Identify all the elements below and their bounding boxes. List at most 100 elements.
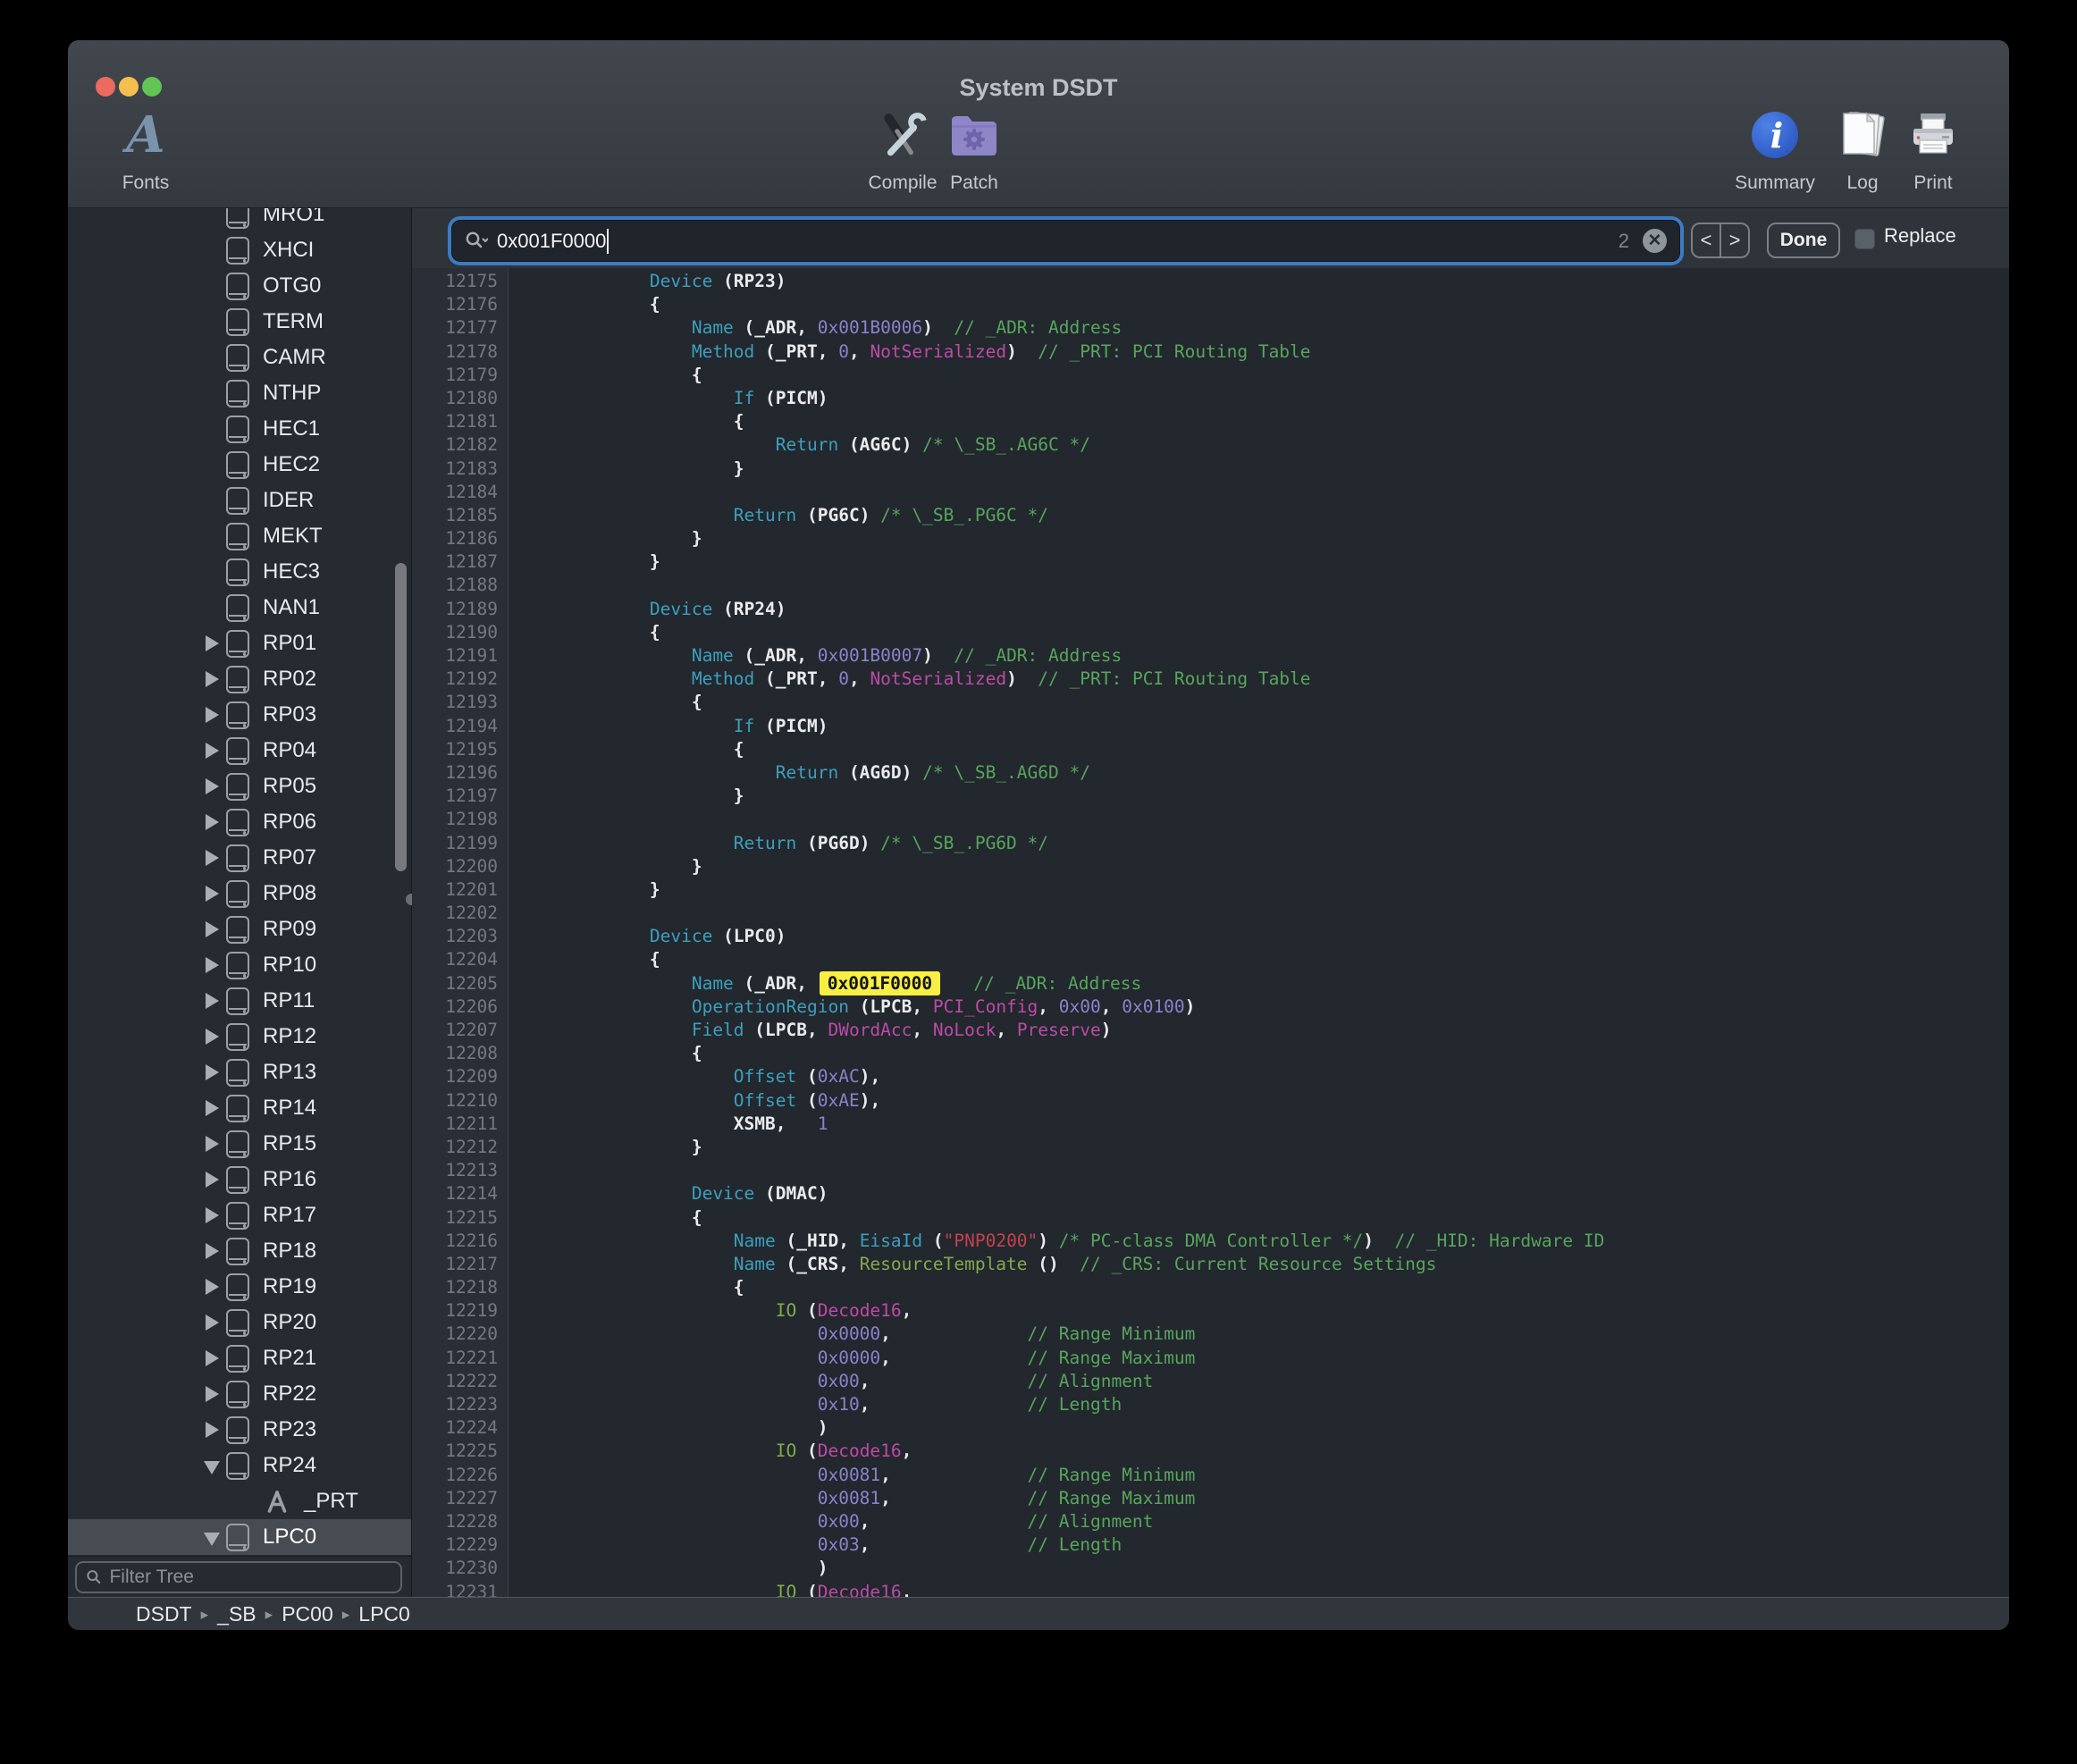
tree-item-label: RP10	[263, 953, 316, 978]
clear-search-button[interactable]: ✕	[1643, 229, 1667, 253]
sidebar-scrollbar-thumb[interactable]	[395, 563, 407, 871]
code-text: {	[509, 364, 702, 387]
tree-item-rp04[interactable]: RP04	[68, 733, 411, 769]
disclosure-triangle-icon[interactable]	[201, 1350, 223, 1366]
toolbar-patch-button[interactable]: Patch	[903, 106, 1046, 194]
tree-item-camr[interactable]: CAMR	[68, 340, 411, 375]
code-text: {	[509, 738, 744, 761]
code-token: If	[524, 388, 754, 408]
disclosure-triangle-icon[interactable]	[201, 671, 223, 687]
code-token: Name	[524, 1231, 776, 1251]
tree-item-term[interactable]: TERM	[68, 304, 411, 340]
disclosure-triangle-icon[interactable]	[201, 635, 223, 651]
disclosure-triangle-icon[interactable]	[201, 1100, 223, 1116]
code-text	[509, 574, 524, 597]
tree-item-rp19[interactable]: RP19	[68, 1269, 411, 1305]
disclosure-triangle-icon[interactable]	[201, 1529, 223, 1546]
line-number: 12229	[412, 1533, 509, 1557]
find-previous-button[interactable]: <	[1693, 224, 1721, 256]
disclosure-triangle-icon[interactable]	[201, 1386, 223, 1402]
tree-item-rp08[interactable]: RP08	[68, 876, 411, 911]
tree-item-label: RP15	[263, 1131, 316, 1156]
disclosure-triangle-icon[interactable]	[201, 886, 223, 902]
code-token: ,	[880, 1323, 891, 1344]
sidebar-tree-scroll[interactable]: MRO1XHCIOTG0TERMCAMRNTHPHEC1HEC2IDERMEKT…	[68, 208, 411, 1557]
tree-item-rp23[interactable]: RP23	[68, 1412, 411, 1448]
line-number: 12185	[412, 504, 509, 527]
search-input[interactable]: 0x001F0000 2 ✕	[451, 220, 1680, 262]
filter-tree-field[interactable]	[75, 1561, 402, 1593]
code-token: ),	[860, 1090, 880, 1111]
tree-item-rp12[interactable]: RP12	[68, 1019, 411, 1054]
disclosure-triangle-icon[interactable]	[201, 957, 223, 973]
disclosure-triangle-icon[interactable]	[201, 814, 223, 830]
disclosure-triangle-icon[interactable]	[201, 1315, 223, 1331]
disclosure-triangle-icon[interactable]	[201, 1279, 223, 1295]
find-next-button[interactable]: >	[1721, 224, 1748, 256]
tree-item-_prt[interactable]: _PRT	[68, 1483, 411, 1519]
disclosure-triangle-icon[interactable]	[201, 743, 223, 759]
breadcrumb-item[interactable]: DSDT	[136, 1602, 192, 1626]
tree-item-rp15[interactable]: RP15	[68, 1126, 411, 1162]
tree-item-lpc0[interactable]: LPC0	[68, 1519, 411, 1555]
code-token: {	[524, 692, 702, 712]
disclosure-triangle-icon[interactable]	[201, 1172, 223, 1188]
tree-item-hec1[interactable]: HEC1	[68, 411, 411, 447]
disclosure-triangle-icon[interactable]	[201, 921, 223, 937]
breadcrumb-item[interactable]: LPC0	[358, 1602, 410, 1626]
tree-item-rp02[interactable]: RP02	[68, 661, 411, 697]
tree-item-rp22[interactable]: RP22	[68, 1376, 411, 1412]
tree-item-rp06[interactable]: RP06	[68, 804, 411, 840]
tree-item-otg0[interactable]: OTG0	[68, 268, 411, 304]
tree-item-rp17[interactable]: RP17	[68, 1197, 411, 1233]
tree-item-label: RP16	[263, 1167, 316, 1192]
tree-item-rp11[interactable]: RP11	[68, 983, 411, 1019]
disclosure-triangle-icon[interactable]	[201, 1029, 223, 1045]
tree-item-mro1[interactable]: MRO1	[68, 208, 411, 232]
disclosure-triangle-icon[interactable]	[201, 1243, 223, 1259]
code-line: 12196 Return (AG6D) /* \_SB_.AG6D */	[412, 761, 2009, 785]
tree-item-rp01[interactable]: RP01	[68, 626, 411, 661]
tree-item-nan1[interactable]: NAN1	[68, 590, 411, 626]
tree-item-hec2[interactable]: HEC2	[68, 447, 411, 483]
disclosure-triangle-icon[interactable]	[201, 778, 223, 794]
tree-item-rp14[interactable]: RP14	[68, 1090, 411, 1126]
tree-item-hec3[interactable]: HEC3	[68, 554, 411, 590]
tree-item-rp21[interactable]: RP21	[68, 1340, 411, 1376]
tree-item-rp07[interactable]: RP07	[68, 840, 411, 876]
code-editor[interactable]: 12175 Device (RP23)12176 {12177 Name (_A…	[412, 268, 2009, 1597]
toolbar-fonts-button[interactable]: A Fonts	[74, 106, 217, 194]
filter-tree-input[interactable]	[109, 1567, 391, 1588]
code-token: (_ADR,	[734, 645, 818, 666]
disclosure-triangle-icon[interactable]	[201, 993, 223, 1009]
breadcrumb-item[interactable]: PC00	[282, 1602, 333, 1626]
tree-item-rp16[interactable]: RP16	[68, 1162, 411, 1197]
tree-item-rp24[interactable]: RP24	[68, 1448, 411, 1483]
tree-item-nthp[interactable]: NTHP	[68, 375, 411, 411]
breadcrumb-item[interactable]: _SB	[217, 1602, 256, 1626]
toolbar-print-button[interactable]: Print	[1862, 106, 2005, 194]
tree-item-mekt[interactable]: MEKT	[68, 518, 411, 554]
replace-checkbox[interactable]	[1854, 229, 1875, 249]
tree-item-rp10[interactable]: RP10	[68, 947, 411, 983]
tree-item-rp20[interactable]: RP20	[68, 1305, 411, 1340]
tree-item-rp03[interactable]: RP03	[68, 697, 411, 733]
disclosure-triangle-icon[interactable]	[201, 1064, 223, 1080]
code-token: (AG6C)	[838, 434, 922, 455]
tree-item-xhci[interactable]: XHCI	[68, 232, 411, 268]
disclosure-triangle-icon[interactable]	[201, 1207, 223, 1223]
tree-item-rp18[interactable]: RP18	[68, 1233, 411, 1269]
breadcrumb-separator-icon: ▸	[342, 1604, 350, 1624]
tree-item-rp09[interactable]: RP09	[68, 911, 411, 947]
disclosure-triangle-icon[interactable]	[201, 1136, 223, 1152]
disclosure-triangle-icon[interactable]	[201, 850, 223, 866]
done-button[interactable]: Done	[1767, 223, 1840, 258]
disclosure-triangle-icon[interactable]	[201, 707, 223, 723]
tree-item-rp13[interactable]: RP13	[68, 1054, 411, 1090]
tree-item-rp05[interactable]: RP05	[68, 769, 411, 804]
tree-item-ider[interactable]: IDER	[68, 483, 411, 518]
disclosure-triangle-icon[interactable]	[201, 1457, 223, 1474]
code-token: 0x001B0006	[818, 317, 922, 338]
code-token: Return	[524, 762, 838, 783]
disclosure-triangle-icon[interactable]	[201, 1422, 223, 1438]
